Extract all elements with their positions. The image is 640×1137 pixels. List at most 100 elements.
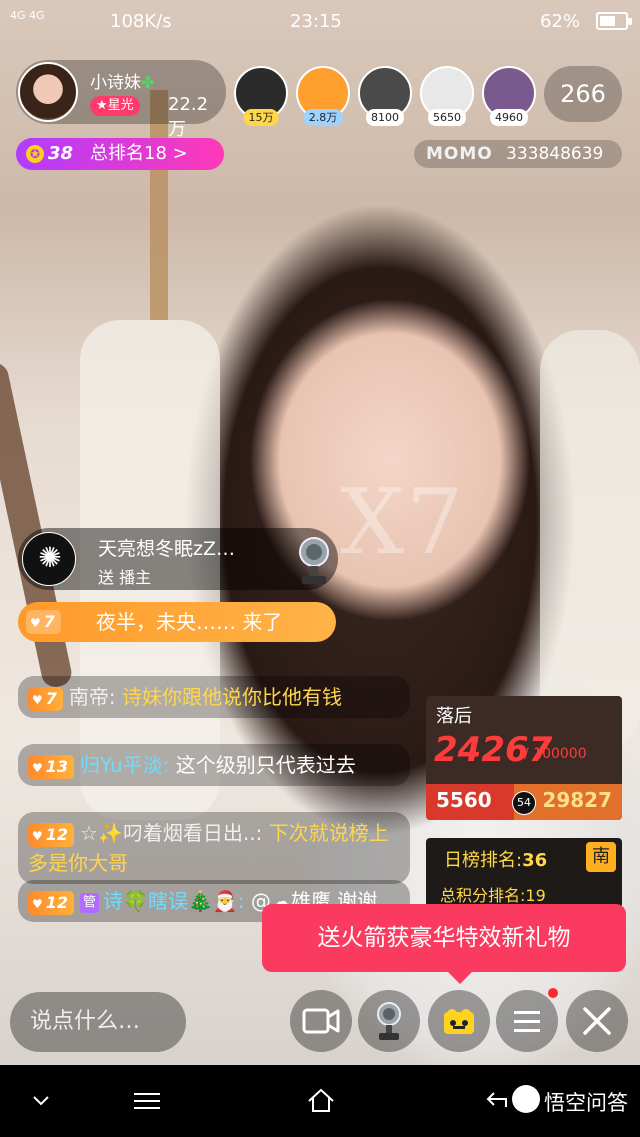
chat-message[interactable]: ♥ 7 南帝: 诗妹你跟他说你比他有钱 [18,676,410,718]
rank-pill[interactable]: ✪ 38 总排名18 > [16,138,224,170]
comment-input[interactable]: 说点什么… [10,992,186,1052]
daily-rank-panel[interactable]: 日榜排名:36 南 总积分排名:19 [426,838,622,908]
host-name-row: 小诗妹✤ [90,68,154,93]
daily-rank: 日榜排名:36 [444,846,547,872]
viewer-contribution: 15万 [243,109,279,126]
menu-button[interactable] [496,990,558,1052]
background-chair-right [540,330,640,750]
level-value: 7 [45,688,57,708]
top-viewer-avatar[interactable]: 5650 [420,66,474,126]
notification-dot [548,988,558,998]
status-bar: 4G 4G 108K/s 23:15 62% [0,0,640,44]
gift-sender-avatar [22,532,77,586]
battery-icon [596,12,632,30]
pk-status: 落后 [436,706,472,727]
pk-progress-bar: 5560 54 29827 [426,784,622,820]
chat-user[interactable]: 归Yu平淡: [80,753,169,777]
network-speed: 108K/s [110,11,172,32]
battery-fill [600,16,615,26]
menu-icon [514,1011,540,1032]
gift-description: 送 播主 [98,568,152,587]
chevron-down-icon[interactable] [26,1065,56,1137]
camera-button[interactable] [290,990,352,1052]
chat-text: 这个级别只代表过去 [175,753,356,777]
chat-user[interactable]: ☆✨叼着烟看日出..: [80,821,262,845]
host-fans: 22.2万 [168,94,209,140]
clock: 23:15 [290,11,342,32]
viewer-contribution: 4960 [490,109,528,126]
viewer-count-button[interactable]: 266 [544,66,622,122]
momo-number: 333848639 [506,144,604,164]
chat-user[interactable]: 南帝: [69,685,116,709]
level-value: 12 [45,824,69,844]
level-value: 7 [43,612,55,631]
pk-timer: 54 [512,791,536,815]
clover-icon: ✤ [141,73,155,92]
daily-rank-value: 36 [522,850,548,871]
pk-right-score: 29827 [542,788,612,812]
top-viewer-avatar[interactable]: 2.8万 [296,66,350,126]
enter-message: ♥ 7 夜半，未央…… 来了 [18,602,336,642]
heart-icon: ♥ [32,828,43,843]
rank-level: 38 [48,143,74,164]
level-badge: ♥ 13 [28,754,75,779]
admin-badge: 管 [80,892,100,913]
background-shelf [150,90,168,320]
gift-box-button[interactable] [428,990,490,1052]
total-rank: 总积分排名:19 [440,882,546,906]
signal-icon: 4G 4G [10,9,45,22]
momo-id: MOMO 333848639 [414,140,622,168]
heart-icon: ♥ [32,760,43,775]
momo-logo: MOMO [426,144,493,164]
heart-icon: ♥ [30,616,41,630]
level-badge: ♥ 12 [28,822,75,847]
chat-message[interactable]: ♥ 13 归Yu平淡: 这个级别只代表过去 [18,744,410,786]
system-nav-bar: 悟空问答 [0,1065,640,1137]
total-rank-value: 19 [525,886,546,905]
rank-text: 总排名18 > [90,143,188,164]
host-name: 小诗妹 [90,73,141,93]
level-badge: ♥ 7 [26,610,61,634]
total-rank-label: 总积分排名: [440,886,526,905]
video-camera-icon [302,1008,340,1034]
pk-target: / 100000 [524,746,587,762]
viewer-contribution: 8100 [366,109,404,126]
top-viewer-avatar[interactable]: 8100 [358,66,412,126]
viewer-contribution: 5650 [428,109,466,126]
star-badge: ★星光 [90,96,140,116]
rocket-gift-tooltip[interactable]: 送火箭获豪华特效新礼物 [262,904,626,984]
level-badge: ♥ 12 [28,890,75,915]
gift-microphone-icon [299,537,329,584]
gift-box-icon [444,1009,474,1034]
viewer-contribution: 2.8万 [303,109,343,126]
gift-microphone-button[interactable] [358,990,420,1052]
host-card[interactable]: 小诗妹✤ ★星光 22.2万 [16,60,226,140]
close-button[interactable] [566,990,628,1052]
heart-icon: ♥ [32,692,43,707]
chat-user[interactable]: 诗🍀瞎误🎄🎅: [103,889,244,913]
top-viewer-avatar[interactable]: 4960 [482,66,536,126]
coin-icon: ✪ [26,145,44,163]
chat-text: 诗妹你跟他说你比他有钱 [122,685,343,709]
gift-notification: 天亮想冬眠zZ… 送 播主 [18,528,338,590]
level-value: 13 [45,756,69,776]
video-watermark: X7 [340,470,466,575]
microphone-gift-icon [377,1002,401,1040]
level-value: 12 [45,892,69,912]
home-icon[interactable] [304,1065,338,1137]
chat-message[interactable]: ♥ 12 ☆✨叼着烟看日出..: 下次就说榜上多是你大哥 [18,812,410,884]
brand-logo [512,1085,540,1113]
level-badge: ♥ 7 [28,686,63,711]
menu-icon[interactable] [130,1065,164,1137]
heart-icon: ♥ [32,896,43,911]
region-badge: 南 [586,842,616,872]
brand-watermark: 悟空问答 [544,1091,628,1115]
pk-left-score: 5560 [436,788,492,812]
gift-sender-name: 天亮想冬眠zZ… [98,538,235,560]
back-icon[interactable] [482,1065,512,1137]
host-avatar[interactable] [18,62,78,122]
pk-panel[interactable]: 落后 24267 / 100000 5560 54 29827 [426,696,622,820]
close-icon [583,1007,611,1035]
daily-rank-label: 日榜排名: [444,850,523,871]
top-viewer-avatar[interactable]: 15万 [234,66,288,126]
